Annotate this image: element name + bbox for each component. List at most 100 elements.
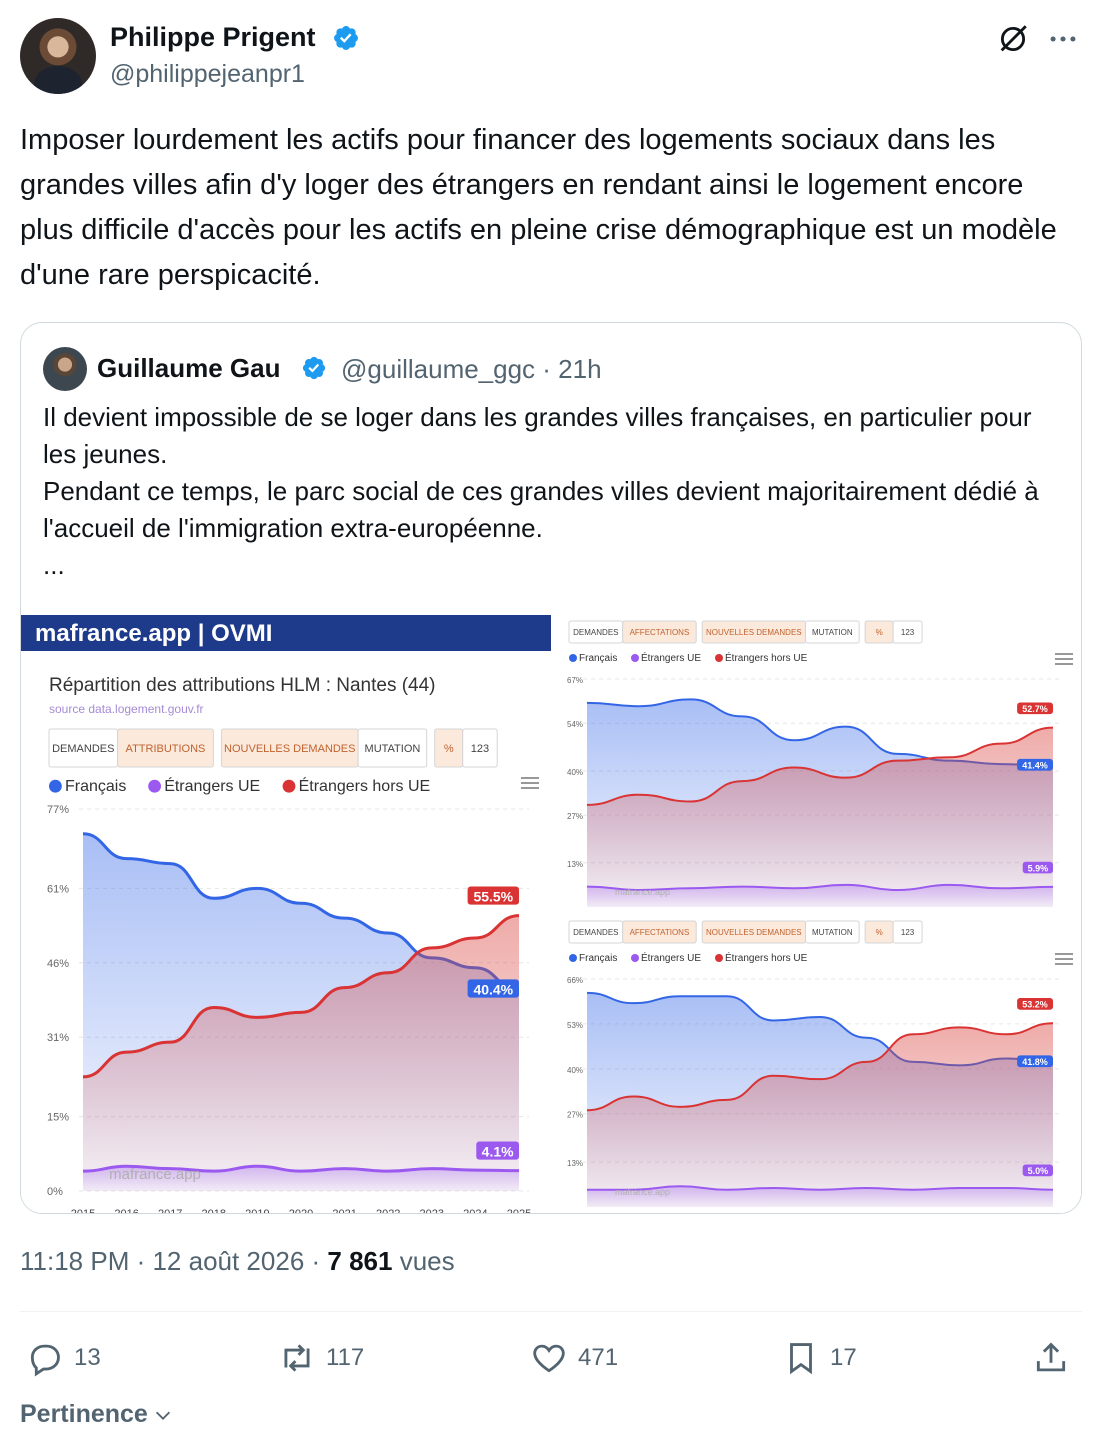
chart-button-label: DEMANDES (573, 928, 618, 937)
chart-button-label: MUTATION (812, 928, 853, 937)
more-options-icon[interactable] (1046, 22, 1080, 56)
chart-toggle-button[interactable]: 123 (462, 728, 498, 768)
y-tick-label: 53% (567, 1021, 583, 1030)
chart-toggle-button[interactable]: NOUVELLES DEMANDES (701, 920, 806, 944)
chart-panel-nantes[interactable]: mafrance.app | OVMI Répartition des attri… (21, 615, 551, 1214)
x-tick-label: 2024 (463, 1208, 487, 1214)
reply-button[interactable]: 13 (26, 1334, 101, 1382)
chart-toggle-button[interactable]: NOUVELLES DEMANDES (220, 728, 359, 768)
end-value-label: 52.7% (1022, 704, 1048, 714)
chart-toggle-button[interactable]: DEMANDES (568, 620, 624, 644)
grok-icon[interactable] (996, 22, 1030, 56)
y-tick-label: 40% (567, 1066, 583, 1075)
end-value-label: 53.2% (1022, 1000, 1048, 1010)
chart-toggle-button[interactable]: 123 (892, 920, 923, 944)
y-tick-label: 46% (47, 958, 69, 970)
action-bar: 13 117 471 17 (20, 1334, 1082, 1384)
watermark: mafrance.app (615, 887, 670, 897)
quoted-author-name[interactable]: Guillaume Gau (97, 353, 281, 384)
quoted-media[interactable]: mafrance.app | OVMI Répartition des attri… (21, 615, 1081, 1214)
end-value-label: 5.0% (1028, 1166, 1049, 1176)
chart-toggle-button[interactable]: AFFECTATIONS (622, 920, 697, 944)
y-tick-label: 27% (567, 812, 583, 821)
share-button[interactable] (1032, 1334, 1070, 1382)
chart-toggle-button[interactable]: % (864, 920, 894, 944)
tweet-text: Imposer lourdement les actifs pour finan… (20, 124, 1057, 291)
chart-toggle-button[interactable]: MUTATION (357, 728, 428, 768)
legend-label: Étrangers UE (641, 951, 701, 964)
quoted-verified-badge-icon (302, 356, 326, 380)
quoted-avatar[interactable] (43, 347, 87, 391)
views-count: 7 861 (327, 1246, 393, 1276)
chart-toggle-button[interactable]: 123 (892, 620, 923, 644)
chart-button-label: NOUVELLES DEMANDES (706, 928, 802, 937)
chart-toggle-button[interactable]: % (864, 620, 894, 644)
chart-svg: mafrance.app | OVMI Répartition des attri… (21, 615, 551, 1214)
chart-toggle-button[interactable]: DEMANDES (568, 920, 624, 944)
legend-label: Étrangers hors UE (299, 776, 431, 795)
chart-button-label: AFFECTATIONS (630, 928, 690, 937)
quoted-tweet[interactable]: Guillaume Gau @guillaume_ggc · 21h Il de… (20, 322, 1082, 1214)
chart-panel-bottom-right[interactable]: DEMANDES AFFECTATIONS NOUVELLES DEMANDES MU… (559, 915, 1081, 1213)
chart-toggle-button[interactable]: MUTATION (804, 620, 860, 644)
bookmark-count: 17 (830, 1344, 857, 1371)
legend-marker (631, 654, 639, 662)
chart-button-label: AFFECTATIONS (630, 628, 690, 637)
legend-label: Français (579, 653, 617, 664)
like-button[interactable]: 471 (530, 1334, 618, 1382)
chart-svg: DEMANDES AFFECTATIONS NOUVELLES DEMANDES MU… (567, 620, 1073, 907)
chart-header-text: mafrance.app | OVMI (35, 620, 272, 647)
chart-panel-top-right[interactable]: DEMANDES AFFECTATIONS NOUVELLES DEMANDES MU… (559, 615, 1081, 911)
author-handle[interactable]: @philippejeanpr1 (110, 60, 305, 89)
legend-label: Étrangers hors UE (725, 651, 808, 664)
like-count: 471 (578, 1344, 619, 1371)
chevron-down-icon (155, 1411, 170, 1420)
end-value-label: 41.4% (1022, 761, 1048, 771)
chart-button-label: 123 (471, 743, 489, 755)
legend-marker (715, 954, 723, 962)
chart-button-label: NOUVELLES DEMANDES (224, 743, 355, 755)
avatar[interactable] (20, 18, 96, 94)
quoted-time: · 21h (542, 354, 602, 384)
tweet-meta: 11:18 PM · 12 août 2026 · 7 861 vues (20, 1246, 455, 1277)
x-tick-label: 2019 (245, 1208, 269, 1214)
legend-marker (715, 654, 723, 662)
repost-count: 117 (326, 1344, 365, 1371)
chart-toggle-button[interactable]: MUTATION (804, 920, 860, 944)
sort-dropdown[interactable]: Pertinence (20, 1400, 174, 1429)
x-tick-label: 2015 (71, 1208, 95, 1214)
chart-toggle-button[interactable]: AFFECTATIONS (622, 620, 697, 644)
legend-marker (569, 954, 577, 962)
chart-toggle-button[interactable]: NOUVELLES DEMANDES (701, 620, 806, 644)
legend-marker (569, 654, 577, 662)
y-tick-label: 31% (47, 1032, 69, 1044)
chart-toggle-button[interactable]: DEMANDES (48, 728, 119, 768)
y-tick-label: 67% (567, 676, 583, 685)
end-value-label: 41.8% (1022, 1057, 1048, 1067)
bookmark-icon (790, 1343, 812, 1375)
end-value-label: 4.1% (482, 1144, 514, 1160)
author-name[interactable]: Philippe Prigent (110, 22, 316, 53)
chart-button-label: % (876, 928, 883, 937)
chart-button-label: % (444, 743, 454, 755)
legend-marker (49, 779, 62, 793)
chart-toggle-button[interactable]: ATTRIBUTIONS (117, 728, 214, 768)
repost-button[interactable]: 117 (278, 1334, 364, 1382)
tweet-header: Philippe Prigent @philippejeanpr1 (20, 18, 1080, 98)
tweet-timestamp[interactable]: 11:18 PM · 12 août 2026 · (20, 1246, 327, 1276)
legend-label: Étrangers hors UE (725, 951, 808, 964)
end-value-label: 40.4% (473, 981, 513, 997)
chart-toggle-button[interactable]: % (434, 728, 464, 768)
chart-button-label: % (876, 628, 883, 637)
legend-marker (148, 779, 161, 793)
y-tick-label: 27% (567, 1111, 583, 1120)
bookmark-button[interactable]: 17 (782, 1334, 857, 1382)
legend-marker (282, 779, 296, 793)
chart-button-label: MUTATION (812, 628, 853, 637)
chart-button-label: DEMANDES (52, 743, 114, 755)
y-tick-label: 40% (567, 768, 583, 777)
x-tick-label: 2017 (158, 1208, 182, 1214)
quoted-author-handle: @guillaume_ggc · 21h (341, 354, 602, 385)
sort-label: Pertinence (20, 1400, 148, 1428)
x-tick-label: 2022 (376, 1208, 400, 1214)
